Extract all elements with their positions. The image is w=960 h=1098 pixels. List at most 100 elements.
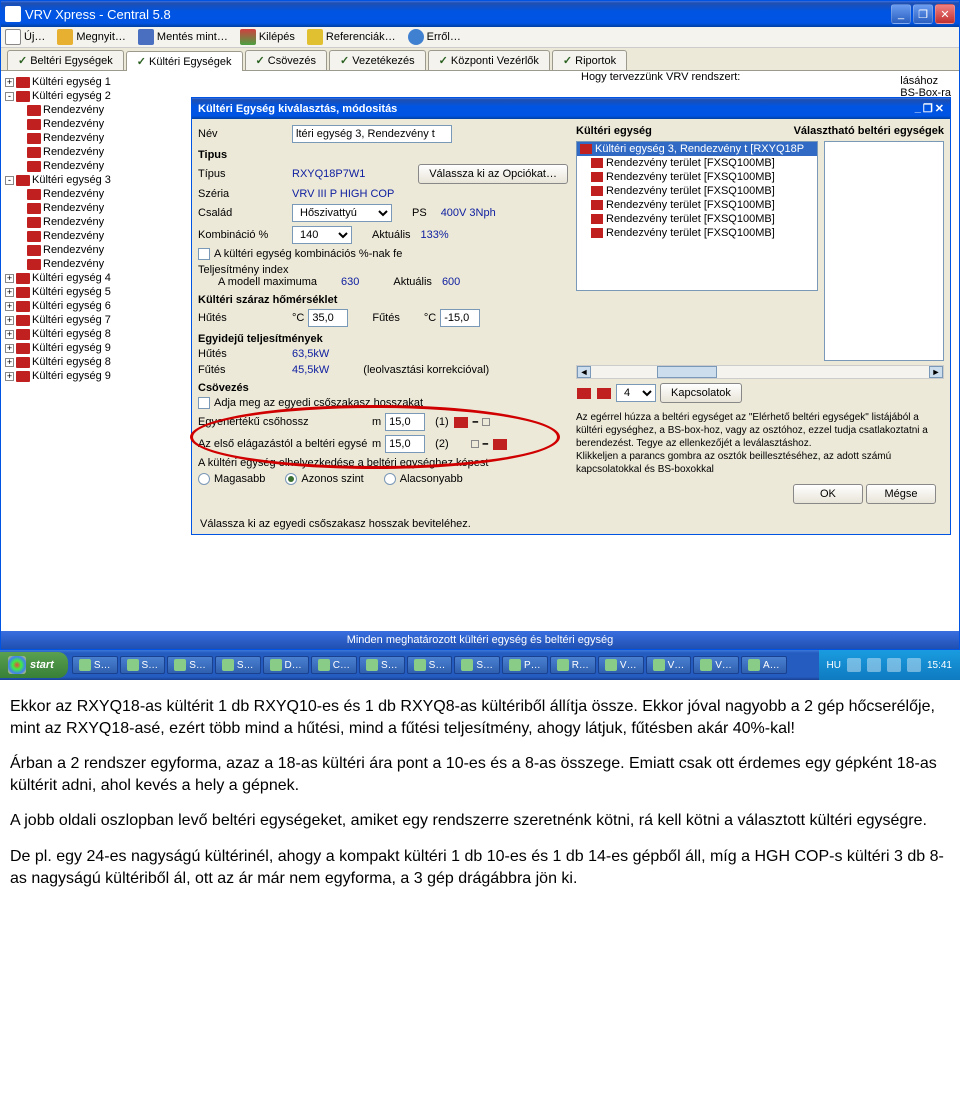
maximize-button[interactable]: ❐ (913, 4, 933, 24)
main-tabs: ✓Beltéri Egységek ✓Kültéri Egységek ✓Csö… (1, 48, 959, 71)
taskbar-item[interactable]: V… (598, 656, 644, 674)
expand-icon[interactable]: + (5, 78, 14, 87)
toolbar-open[interactable]: Megnyit… (57, 29, 126, 45)
collapse-icon[interactable]: - (5, 92, 14, 101)
minimize-button[interactable]: _ (891, 4, 911, 24)
expand-icon[interactable]: + (5, 288, 14, 297)
toolbar-refs[interactable]: Referenciák… (307, 29, 396, 45)
taskbar-item[interactable]: P… (502, 656, 548, 674)
system-tray[interactable]: HU 15:41 (819, 650, 960, 680)
cancel-button[interactable]: Mégse (866, 484, 936, 504)
indoor-icon (27, 231, 41, 242)
cool-temp-input[interactable] (308, 309, 348, 327)
branch-length-label: Az első elágazástól a beltéri egysé (198, 438, 368, 450)
unit-icon (454, 417, 468, 428)
taskbar-item[interactable]: S… (359, 656, 405, 674)
selectable-listbox[interactable] (824, 141, 944, 361)
radio-lower[interactable] (384, 473, 396, 485)
pipe-check-label: Adja meg az egyedi csőszakasz hosszakat (214, 397, 423, 409)
tab-wiring[interactable]: ✓Vezetékezés (329, 50, 426, 70)
ps-label: PS (412, 207, 427, 219)
tab-controllers[interactable]: ✓Központi Vezérlők (428, 50, 550, 70)
toolbar-exit[interactable]: Kilépés (240, 29, 295, 45)
options-button[interactable]: Válassza ki az Opciókat… (418, 164, 568, 184)
perf-header: Teljesítmény index (198, 264, 568, 276)
start-button[interactable]: start (0, 652, 68, 678)
expand-icon[interactable]: + (5, 274, 14, 283)
toolbar-save[interactable]: Mentés mint… (138, 29, 228, 45)
unit-icon (16, 315, 30, 326)
collapse-icon[interactable]: - (5, 176, 14, 185)
connections-select[interactable]: 4 (616, 384, 656, 402)
comb-checkbox[interactable] (198, 248, 210, 260)
family-label: Család (198, 207, 288, 219)
tray-icon[interactable] (847, 658, 861, 672)
taskbar-item[interactable]: V… (646, 656, 692, 674)
tray-icon[interactable] (887, 658, 901, 672)
taskbar-item[interactable]: S… (120, 656, 166, 674)
dialog-title: Kültéri Egység kiválasztás, módositás (198, 103, 397, 115)
family-select[interactable]: Hőszivattyú (292, 204, 392, 222)
taskbar-item[interactable]: V… (693, 656, 739, 674)
expand-icon[interactable]: + (5, 302, 14, 311)
actual2-value: 600 (442, 276, 460, 288)
expand-icon[interactable]: + (5, 372, 14, 381)
unit-icon (591, 172, 603, 182)
tab-reports[interactable]: ✓Riportok (552, 50, 627, 70)
taskbar-item[interactable]: C… (311, 656, 357, 674)
taskbar-item[interactable]: S… (215, 656, 261, 674)
expand-icon[interactable]: + (5, 344, 14, 353)
indoor-icon (27, 119, 41, 130)
tray-icon[interactable] (867, 658, 881, 672)
clock[interactable]: 15:41 (927, 660, 952, 671)
language-indicator[interactable]: HU (827, 660, 841, 671)
heat-label: Fűtés (372, 312, 400, 324)
branch-length-input[interactable] (385, 435, 425, 453)
new-icon (5, 29, 21, 45)
taskbar-item[interactable]: S… (407, 656, 453, 674)
info-right: lásához BS-Box-ra (900, 75, 951, 99)
sim-cool-label: Hűtés (198, 348, 288, 360)
type-section: Tipus (198, 149, 568, 161)
unit-icon (493, 439, 507, 450)
dialog-maximize-button[interactable]: ❐ (923, 102, 933, 115)
name-input[interactable] (292, 125, 452, 143)
unit-icon (597, 388, 611, 399)
radio-higher[interactable] (198, 473, 210, 485)
series-label: Széria (198, 188, 288, 200)
eq-length-input[interactable] (385, 413, 425, 431)
unit-icon (16, 357, 30, 368)
expand-icon[interactable]: + (5, 330, 14, 339)
tab-indoor[interactable]: ✓Beltéri Egységek (7, 50, 124, 70)
outdoor-unit-header: Kültéri egység (576, 125, 652, 137)
dialog-close-button[interactable]: ✕ (935, 102, 944, 115)
taskbar-item[interactable]: S… (167, 656, 213, 674)
comb-select[interactable]: 140 (292, 226, 352, 244)
toolbar-about[interactable]: Erről… (408, 29, 461, 45)
dialog-minimize-button[interactable]: _ (915, 102, 921, 115)
taskbar-item[interactable]: A… (741, 656, 787, 674)
tab-piping[interactable]: ✓Csövezés (245, 50, 328, 70)
ok-button[interactable]: OK (793, 484, 863, 504)
toolbar-new[interactable]: Új… (5, 29, 45, 45)
close-button[interactable]: ✕ (935, 4, 955, 24)
expand-icon[interactable]: + (5, 316, 14, 325)
expand-icon[interactable]: + (5, 358, 14, 367)
unit-icon (16, 77, 30, 88)
taskbar-item[interactable]: D… (263, 656, 309, 674)
heat-temp-input[interactable] (440, 309, 480, 327)
taskbar-item[interactable]: S… (454, 656, 500, 674)
connections-button[interactable]: Kapcsolatok (660, 383, 742, 403)
taskbar-item[interactable]: S… (72, 656, 118, 674)
taskbar-item[interactable]: R… (550, 656, 596, 674)
tray-icon[interactable] (907, 658, 921, 672)
unit-icon (16, 175, 30, 186)
radio-same[interactable] (285, 473, 297, 485)
unit-icon (591, 186, 603, 196)
indoor-icon (27, 105, 41, 116)
unit-icon (16, 301, 30, 312)
horizontal-scrollbar[interactable]: ◄► (576, 365, 944, 379)
pipe-checkbox[interactable] (198, 397, 210, 409)
tab-outdoor[interactable]: ✓Kültéri Egységek (126, 51, 243, 71)
outdoor-listbox[interactable]: Kültéri egység 3, Rendezvény t [RXYQ18P … (576, 141, 818, 291)
